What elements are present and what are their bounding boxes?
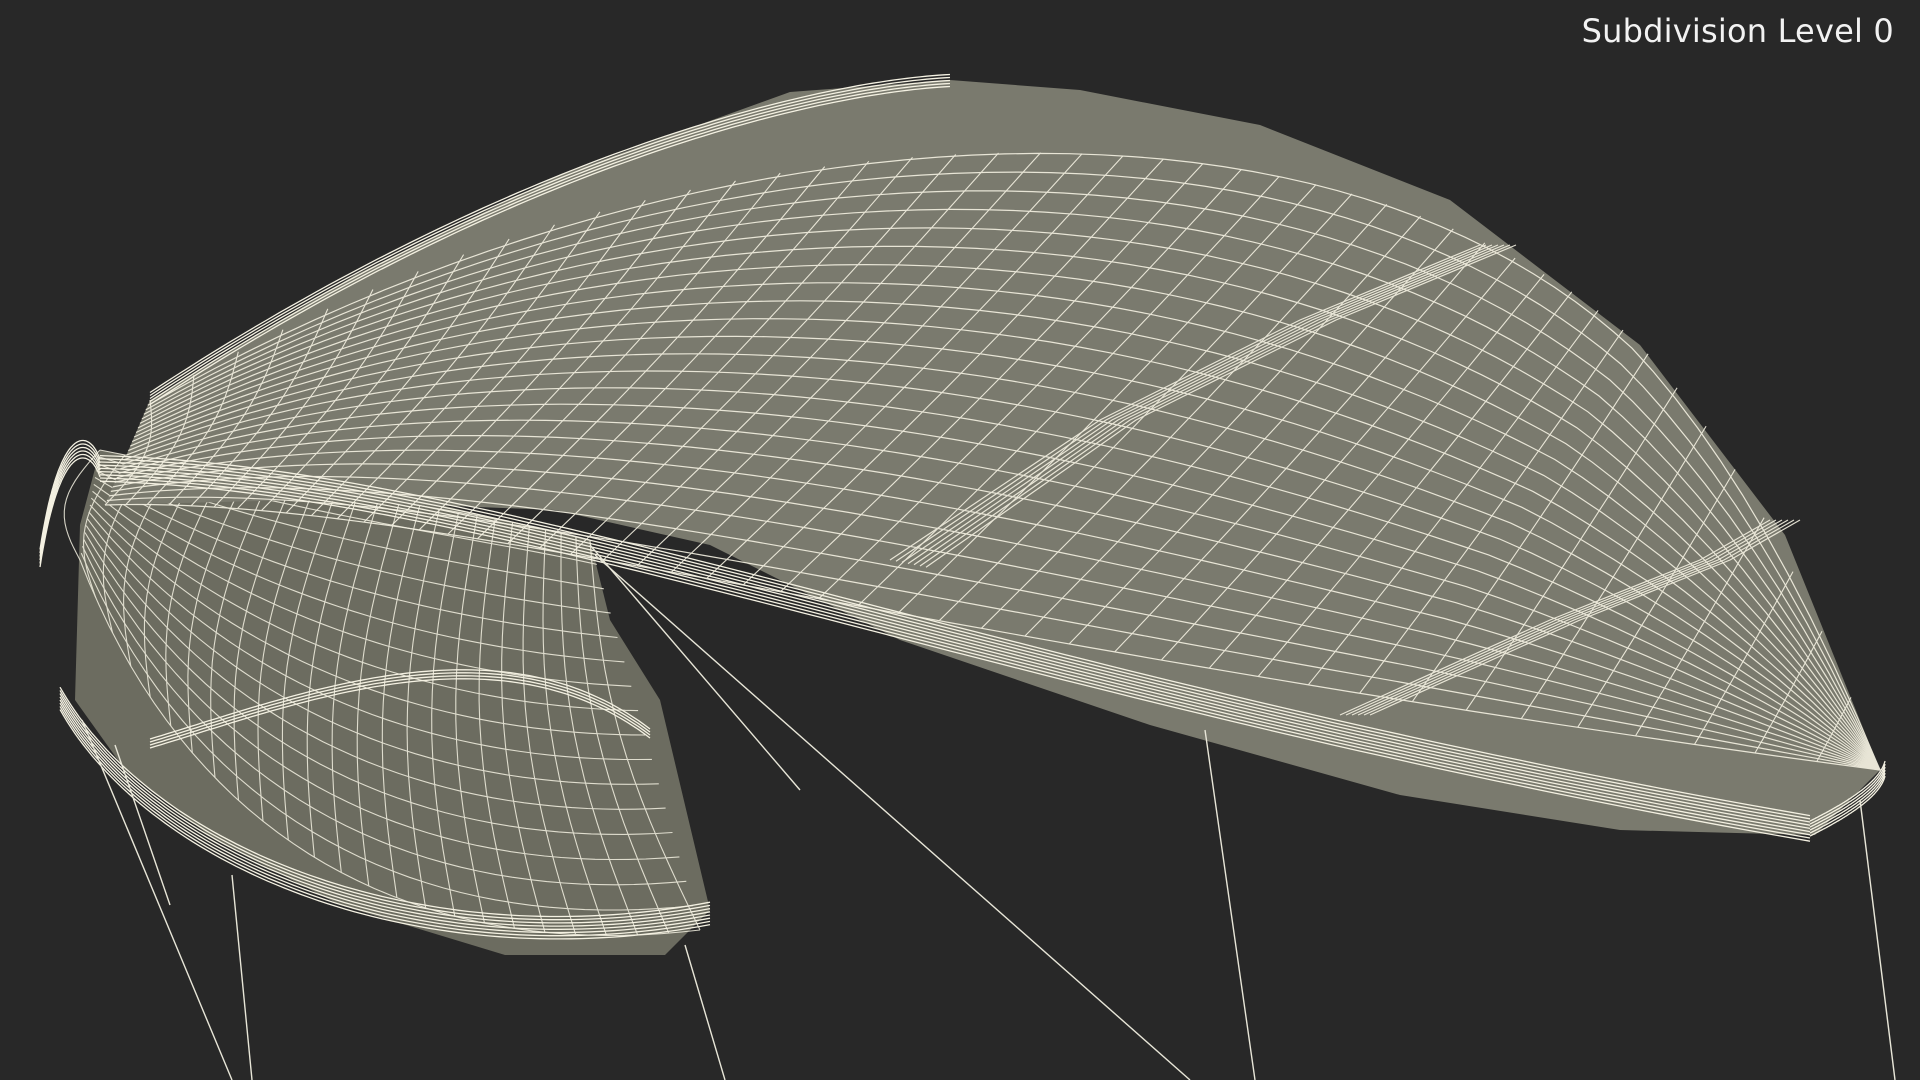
wireframe-mesh[interactable]: [0, 0, 1920, 1080]
3d-viewport[interactable]: Subdivision Level 0: [0, 0, 1920, 1080]
subdivision-level-label: Subdivision Level 0: [1581, 12, 1894, 50]
